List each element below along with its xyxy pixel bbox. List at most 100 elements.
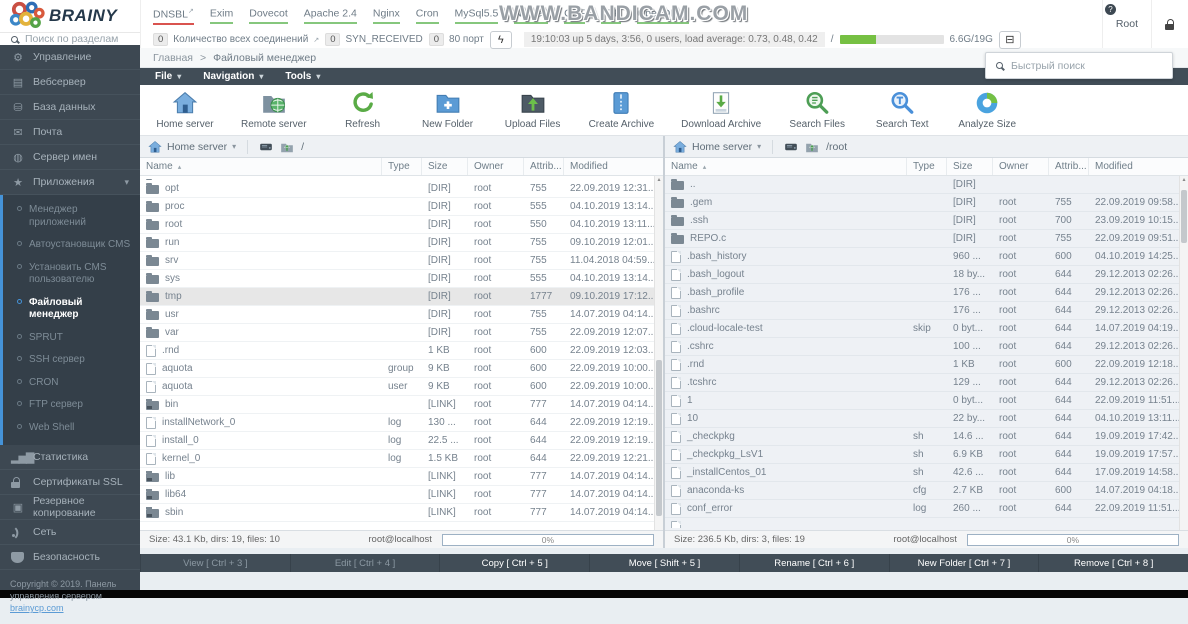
column-type[interactable]: Type bbox=[382, 158, 422, 175]
drive-icon[interactable] bbox=[259, 140, 273, 154]
lock-button[interactable] bbox=[1151, 0, 1188, 48]
sidebar-subitem[interactable]: Файловый менеджер bbox=[3, 292, 140, 327]
brainycp-link[interactable]: brainycp.com bbox=[10, 603, 64, 613]
function-button[interactable]: Copy [ Ctrl + 5 ] bbox=[439, 554, 589, 572]
quick-search-input[interactable] bbox=[1011, 60, 1151, 72]
file-row[interactable]: srv [DIR] root 755 11.04.2018 04:59... bbox=[140, 252, 654, 270]
file-row[interactable]: .bash_history 960 ... root 600 04.10.201… bbox=[665, 248, 1179, 266]
file-row[interactable]: .tcshrc 129 ... root 644 29.12.2013 02:2… bbox=[665, 374, 1179, 392]
sidebar-item[interactable]: ⚙ Управление bbox=[0, 45, 140, 70]
file-row[interactable]: .gem [DIR] root 755 22.09.2019 09:58... bbox=[665, 194, 1179, 212]
file-row[interactable]: var [DIR] root 755 22.09.2019 12:07... bbox=[140, 324, 654, 342]
service-link[interactable]: OpenDKIM bbox=[637, 7, 689, 24]
file-row[interactable]: .rnd 1 KB root 600 22.09.2019 12:03... bbox=[140, 342, 654, 360]
toolbar-button[interactable]: Home server bbox=[156, 90, 214, 130]
function-button[interactable]: Edit [ Ctrl + 4 ] bbox=[290, 554, 440, 572]
breadcrumb-home[interactable]: Главная bbox=[153, 52, 193, 64]
disk-button[interactable]: ⊟ bbox=[999, 31, 1021, 49]
file-row[interactable]: opt [DIR] root 755 22.09.2019 12:31... bbox=[140, 180, 654, 198]
function-button[interactable]: New Folder [ Ctrl + 7 ] bbox=[889, 554, 1039, 572]
scroll-up-icon[interactable]: ▴ bbox=[655, 176, 663, 185]
file-row[interactable]: root [DIR] root 550 04.10.2019 13:11... bbox=[140, 216, 654, 234]
file-row[interactable]: _checkpkg sh 14.6 ... root 644 19.09.201… bbox=[665, 428, 1179, 446]
sidebar-subitem[interactable]: Установить CMS пользователю bbox=[3, 257, 140, 292]
column-type[interactable]: Type bbox=[907, 158, 947, 175]
file-row[interactable]: sbin [LINK] root 777 14.07.2019 04:14... bbox=[140, 504, 654, 522]
service-link[interactable]: FTP bbox=[601, 7, 621, 24]
file-row[interactable]: .bashrc 176 ... root 644 29.12.2013 02:2… bbox=[665, 302, 1179, 320]
toolbar-button[interactable]: Analyze Size bbox=[958, 90, 1016, 130]
file-row[interactable]: bin [LINK] root 777 14.07.2019 04:14... bbox=[140, 396, 654, 414]
toolbar-button[interactable]: New Folder bbox=[419, 90, 477, 130]
file-row[interactable]: .bash_profile 176 ... root 644 29.12.201… bbox=[665, 284, 1179, 302]
toolbar-button[interactable]: Search Text bbox=[873, 90, 931, 130]
sidebar-subitem[interactable]: Менеджер приложений bbox=[3, 199, 140, 234]
file-row[interactable]: 1 0 byt... root 644 22.09.2019 11:51... bbox=[665, 392, 1179, 410]
service-link[interactable]: Dovecot bbox=[249, 7, 288, 24]
column-owner[interactable]: Owner bbox=[468, 158, 524, 175]
folder-up-icon[interactable] bbox=[280, 140, 294, 154]
file-row[interactable]: _installCentos_01 sh 42.6 ... root 644 1… bbox=[665, 464, 1179, 482]
left-scrollbar[interactable]: ▴ bbox=[654, 176, 663, 530]
scrollbar-thumb[interactable] bbox=[656, 360, 662, 516]
file-row[interactable]: .cshrc 100 ... root 644 29.12.2013 02:26… bbox=[665, 338, 1179, 356]
brainy-logo[interactable]: BRAINY bbox=[0, 0, 140, 32]
menubar-item[interactable]: Tools▾ bbox=[274, 68, 331, 85]
column-attrib[interactable]: Attrib... bbox=[524, 158, 564, 175]
file-row[interactable]: _checkpkg_LsV1 sh 6.9 KB root 644 19.09.… bbox=[665, 446, 1179, 464]
drive-icon[interactable] bbox=[784, 140, 798, 154]
column-size[interactable]: Size bbox=[422, 158, 468, 175]
column-attrib[interactable]: Attrib... bbox=[1049, 158, 1089, 175]
column-modified[interactable]: Modified bbox=[564, 158, 654, 175]
scrollbar-thumb[interactable] bbox=[1181, 190, 1187, 243]
counter-connections[interactable]: 0 Количество всех соединений ↗ bbox=[153, 33, 319, 46]
column-modified[interactable]: Modified bbox=[1089, 158, 1179, 175]
file-row[interactable]: conf_error log 260 ... root 644 22.09.20… bbox=[665, 500, 1179, 518]
file-row[interactable]: run [DIR] root 755 09.10.2019 12:01... bbox=[140, 234, 654, 252]
column-owner[interactable]: Owner bbox=[993, 158, 1049, 175]
file-row[interactable]: sys [DIR] root 555 04.10.2019 13:14... bbox=[140, 270, 654, 288]
file-row[interactable]: .rnd 1 KB root 600 22.09.2019 12:18... bbox=[665, 356, 1179, 374]
sidebar-item[interactable]: ✉ Почта bbox=[0, 120, 140, 145]
sidebar-subitem[interactable]: Web Shell bbox=[3, 417, 140, 440]
column-name[interactable]: Name▴ bbox=[140, 158, 382, 175]
service-link[interactable]: Exim bbox=[210, 7, 233, 24]
menubar-item[interactable]: Navigation▾ bbox=[192, 68, 274, 85]
quick-search[interactable] bbox=[985, 52, 1173, 79]
service-link[interactable]: CSF bbox=[564, 7, 585, 24]
plug-button[interactable]: ϟ bbox=[490, 31, 512, 49]
sidebar-item[interactable]: Безопасность bbox=[0, 545, 140, 570]
column-name[interactable]: Name▴ bbox=[665, 158, 907, 175]
service-link[interactable]: Cron bbox=[416, 7, 439, 24]
sidebar-search-input[interactable] bbox=[25, 33, 125, 45]
file-row[interactable]: aquota group 9 KB root 600 22.09.2019 10… bbox=[140, 360, 654, 378]
file-row[interactable]: lib [LINK] root 777 14.07.2019 04:14... bbox=[140, 468, 654, 486]
function-button[interactable]: Rename [ Ctrl + 6 ] bbox=[739, 554, 889, 572]
file-row[interactable]: lib64 [LINK] root 777 14.07.2019 04:14..… bbox=[140, 486, 654, 504]
file-row[interactable]: tmp [DIR] root 1777 09.10.2019 17:12... bbox=[140, 288, 654, 306]
service-link[interactable]: Nginx bbox=[373, 7, 400, 24]
sidebar-subitem[interactable]: FTP сервер bbox=[3, 394, 140, 417]
file-row[interactable]: .ssh [DIR] root 700 23.09.2019 10:15... bbox=[665, 212, 1179, 230]
service-link[interactable]: Apache 2.4 bbox=[304, 7, 357, 24]
sidebar-subitem[interactable]: SPRUT bbox=[3, 327, 140, 350]
sidebar-subitem[interactable]: Автоустановщик CMS bbox=[3, 234, 140, 257]
sidebar-search[interactable] bbox=[0, 32, 140, 45]
function-button[interactable]: Move [ Shift + 5 ] bbox=[589, 554, 739, 572]
sidebar-subitem[interactable]: CRON bbox=[3, 372, 140, 395]
file-row[interactable]: REPO.c [DIR] root 755 22.09.2019 09:51..… bbox=[665, 230, 1179, 248]
toolbar-button[interactable]: Upload Files bbox=[504, 90, 562, 130]
file-row[interactable]: installNetwork_0 log 130 ... root 644 22… bbox=[140, 414, 654, 432]
toolbar-button[interactable]: Search Files bbox=[788, 90, 846, 130]
file-row[interactable]: aquota user 9 KB root 600 22.09.2019 10:… bbox=[140, 378, 654, 396]
menubar-item[interactable]: File▾ bbox=[144, 68, 192, 85]
toolbar-button[interactable]: Download Archive bbox=[681, 90, 761, 130]
sidebar-item[interactable]: Сеть bbox=[0, 520, 140, 545]
toolbar-button[interactable]: Create Archive bbox=[589, 90, 655, 130]
file-row[interactable]: anaconda-ks cfg 2.7 KB root 600 14.07.20… bbox=[665, 482, 1179, 500]
right-scrollbar[interactable]: ▴ bbox=[1179, 176, 1188, 530]
file-row[interactable]: usr [DIR] root 755 14.07.2019 04:14... bbox=[140, 306, 654, 324]
sidebar-item[interactable]: ▤ Вебсервер bbox=[0, 70, 140, 95]
function-button[interactable]: Remove [ Ctrl + 8 ] bbox=[1038, 554, 1188, 572]
file-row[interactable]: .bash_logout 18 by... root 644 29.12.201… bbox=[665, 266, 1179, 284]
